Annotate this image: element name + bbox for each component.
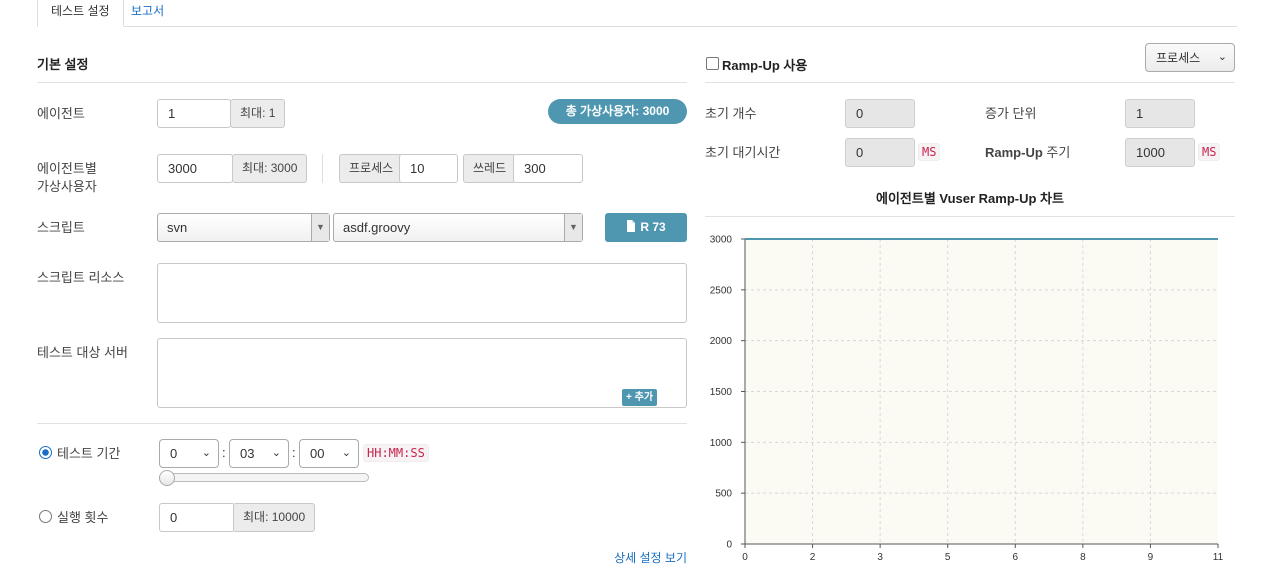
duration-minutes-select[interactable]: 03 ⌄ (229, 439, 289, 468)
rampup-type-select[interactable]: 프로세스 ⌄ (1145, 43, 1235, 72)
rampup-type-value: 프로세스 (1156, 51, 1201, 65)
chevron-down-icon: ⌄ (1217, 51, 1227, 63)
tab-bar-divider (37, 26, 1237, 27)
x-tick-label: 5 (945, 552, 951, 563)
script-revision-button[interactable]: R 73 (605, 213, 687, 242)
chevron-down-icon: ▼ (564, 214, 582, 241)
interval-input[interactable]: 1000 (1125, 138, 1195, 167)
initial-count-input[interactable]: 0 (845, 99, 915, 128)
time-colon: : (222, 445, 226, 460)
time-colon: : (292, 445, 296, 460)
duration-minutes-value: 03 (240, 446, 255, 461)
duration-radio[interactable] (39, 446, 52, 459)
x-tick-label: 3 (877, 552, 883, 563)
interval-label: Ramp-Up 주기 (985, 144, 1070, 162)
duration-label: 테스트 기간 (57, 446, 121, 461)
initial-sleep-unit: MS (918, 143, 941, 161)
initial-sleep-input[interactable]: 0 (845, 138, 915, 167)
vuser-label-line2: 가상사용자 (37, 179, 97, 194)
duration-slider-handle[interactable] (159, 470, 175, 486)
plus-icon: + (626, 392, 632, 403)
run-count-label: 실행 횟수 (57, 510, 109, 525)
rampup-title: Ramp-Up 사용 (722, 58, 808, 73)
interval-unit: MS (1198, 143, 1221, 161)
script-resources-box[interactable] (157, 263, 687, 323)
duration-seconds-value: 00 (310, 446, 325, 461)
rampup-chart: 0 2 3 5 6 8 9 11 0 500 1000 1500 2000 2500 3000 (710, 235, 1224, 564)
detail-settings-link[interactable]: 상세 설정 보기 (614, 549, 687, 566)
rampup-checkbox[interactable] (706, 57, 719, 70)
x-tick-label: 8 (1080, 552, 1086, 563)
chevron-down-icon: ⌄ (341, 447, 351, 459)
increment-input[interactable]: 1 (1125, 99, 1195, 128)
script-file-value: asdf.groovy (343, 220, 411, 235)
script-file-select[interactable]: asdf.groovy ▼ (333, 213, 583, 242)
thread-count-input[interactable]: 300 (513, 154, 583, 183)
initial-sleep-label: 초기 대기시간 (705, 145, 781, 160)
agent-count-input[interactable]: 1 (157, 99, 231, 128)
run-count-input[interactable]: 0 (159, 503, 235, 532)
run-count-radio[interactable] (39, 510, 52, 523)
tab-report[interactable]: 보고서 (118, 0, 177, 27)
process-addon: 프로세스 (339, 154, 404, 183)
y-tick-label: 0 (726, 540, 732, 551)
thread-addon: 쓰레드 (463, 154, 517, 183)
duration-hours-select[interactable]: 0 ⌄ (159, 439, 219, 468)
run-count-max-addon: 최대: 10000 (233, 503, 316, 532)
agent-max-addon: 최대: 1 (230, 99, 286, 128)
tab-test-settings[interactable]: 테스트 설정 (37, 0, 124, 27)
chevron-down-icon: ▼ (311, 214, 329, 241)
interval-label-bold: Ramp-Up (985, 145, 1043, 160)
target-server-label: 테스트 대상 서버 (37, 345, 128, 360)
agent-label: 에이전트 (37, 106, 85, 121)
chart-title-divider (705, 216, 1235, 217)
rampup-divider (705, 82, 1235, 83)
y-tick-label: 3000 (710, 235, 733, 246)
x-tick-label: 0 (742, 552, 748, 563)
increment-label: 증가 단위 (985, 106, 1037, 121)
process-count-input[interactable]: 10 (399, 154, 458, 183)
add-target-server-label: 추가 (634, 392, 654, 403)
initial-count-label: 초기 개수 (705, 106, 757, 121)
vuser-per-agent-input[interactable]: 3000 (157, 154, 233, 183)
chevron-down-icon: ⌄ (271, 447, 281, 459)
duration-hours-value: 0 (170, 446, 178, 461)
duration-slider-track[interactable] (159, 473, 369, 482)
vuser-max-addon: 최대: 3000 (232, 154, 308, 183)
script-resources-label: 스크립트 리소스 (37, 270, 125, 285)
script-label: 스크립트 (37, 220, 85, 235)
x-tick-label: 11 (1213, 552, 1224, 563)
chevron-down-icon: ⌄ (201, 447, 211, 459)
duration-seconds-select[interactable]: 00 ⌄ (299, 439, 359, 468)
script-repo-select[interactable]: svn ▼ (157, 213, 330, 242)
y-tick-label: 1000 (710, 438, 733, 449)
x-tick-label: 2 (810, 552, 816, 563)
file-icon (627, 220, 636, 232)
add-target-server-button[interactable]: + 추가 (622, 389, 658, 406)
x-tick-label: 6 (1013, 552, 1019, 563)
duration-format-hint: HH:MM:SS (363, 444, 429, 462)
chart-title: 에이전트별 Vuser Ramp-Up 차트 (876, 191, 1064, 206)
duration-divider (37, 423, 687, 424)
target-server-box[interactable] (157, 338, 687, 408)
y-tick-label: 2500 (710, 285, 733, 296)
y-tick-label: 1500 (710, 387, 733, 398)
script-repo-value: svn (167, 220, 188, 235)
basic-settings-divider (37, 82, 687, 83)
vuser-separator (322, 154, 323, 183)
interval-label-rest: 주기 (1042, 145, 1071, 160)
vuser-label-line1: 에이전트별 (37, 161, 97, 176)
y-tick-label: 2000 (710, 336, 733, 347)
y-tick-label: 500 (715, 489, 732, 500)
script-revision-label: R 73 (640, 220, 666, 234)
x-tick-label: 9 (1148, 552, 1154, 563)
total-vuser-badge: 총 가상사용자: 3000 (548, 99, 687, 124)
basic-settings-title: 기본 설정 (37, 57, 89, 72)
